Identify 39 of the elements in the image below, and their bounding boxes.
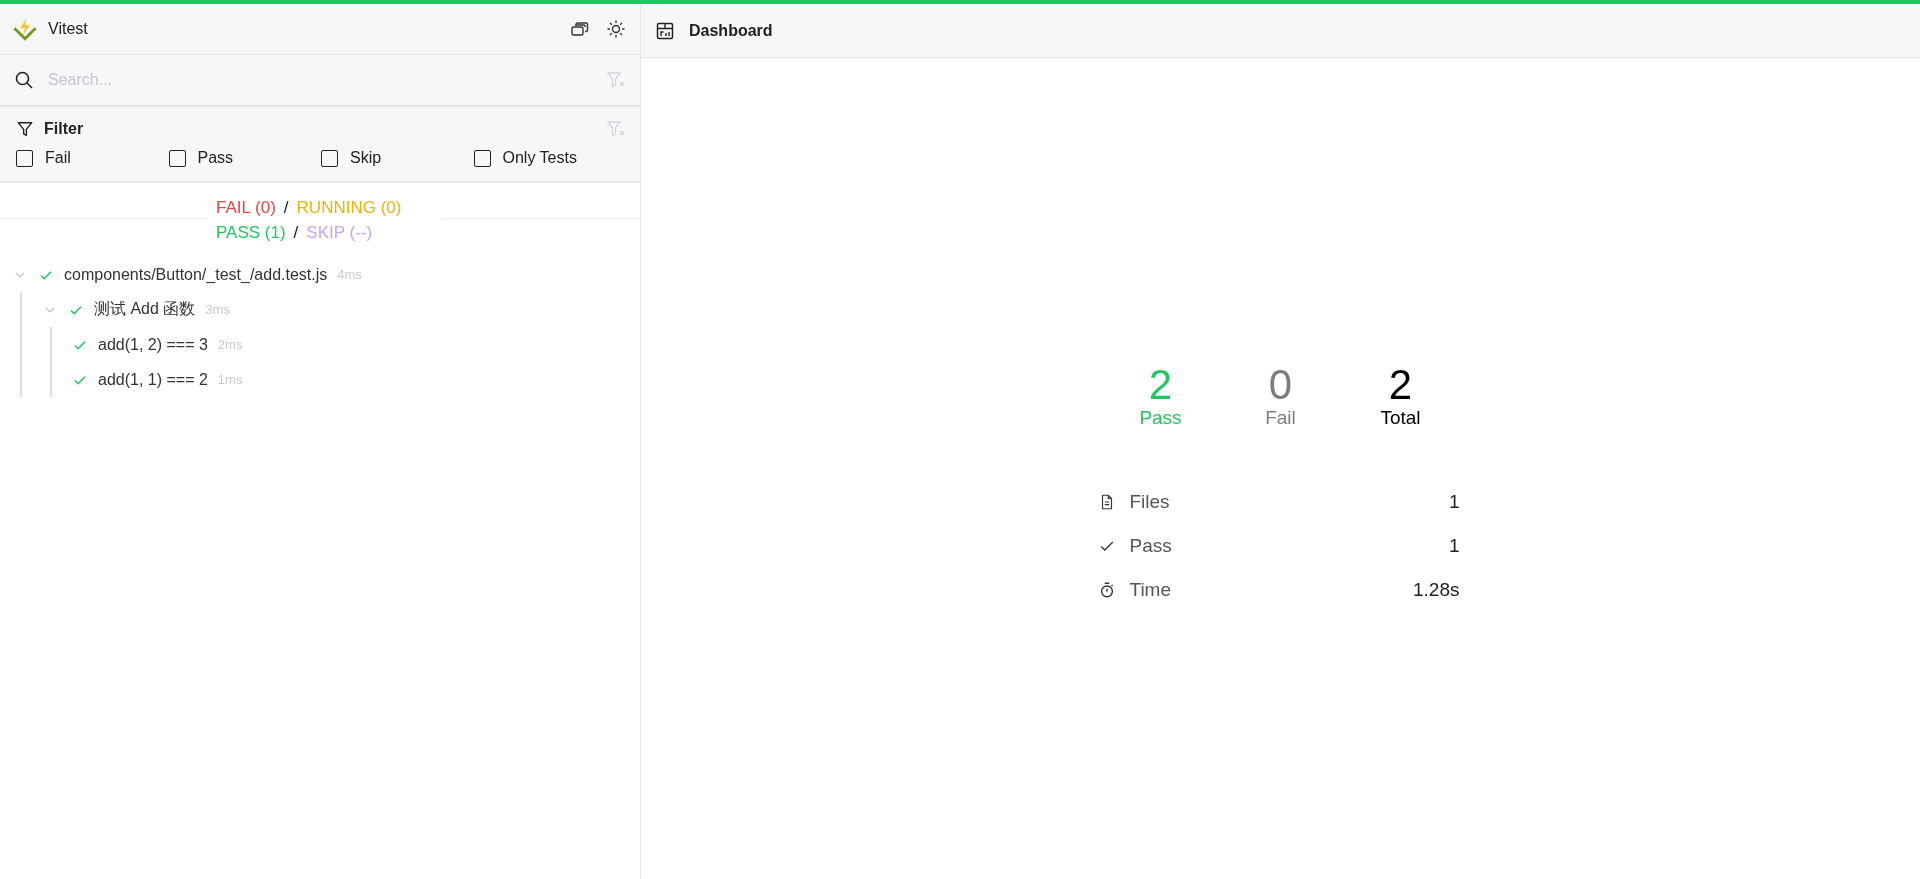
separator-text: / (293, 222, 299, 244)
status-count: PASS (1) (216, 222, 286, 244)
filter-title: Filter (44, 120, 84, 138)
checkbox[interactable] (168, 149, 186, 167)
status-count: RUNNING (0) (296, 197, 402, 219)
count-value: 2 (1148, 363, 1173, 407)
sun-icon[interactable] (606, 19, 626, 39)
checkbox-label[interactable]: Pass (197, 149, 234, 167)
test-name[interactable]: add(1, 1) === 2 (98, 370, 208, 389)
logo-icon (12, 16, 38, 42)
windows-icon[interactable] (570, 19, 590, 39)
stat-label: Files (1129, 491, 1170, 513)
checkbox-label[interactable]: Skip (350, 149, 382, 167)
dashboard-icon (655, 20, 675, 41)
checkbox[interactable] (16, 149, 33, 167)
count-label: Total (1380, 407, 1421, 429)
status-count: SKIP (--) (306, 222, 373, 244)
page-title: Dashboard (689, 21, 773, 40)
funnel-icon (16, 120, 34, 138)
stat-label: Time (1129, 579, 1172, 601)
stat-value: 1.28s (1413, 579, 1460, 601)
stat-value: 1 (1448, 535, 1460, 557)
count-value: 0 (1268, 363, 1293, 407)
test-name[interactable]: add(1, 2) === 3 (98, 335, 208, 354)
stat-value: 1 (1448, 491, 1460, 513)
status-count: FAIL (0) (216, 197, 276, 219)
checkbox-label[interactable]: Fail (45, 149, 71, 167)
count-value: 2 (1388, 363, 1413, 407)
checkbox-label[interactable]: Only Tests (502, 149, 577, 167)
checkbox[interactable] (473, 149, 491, 167)
app-title: Vitest (48, 20, 88, 38)
count-label: Pass (1139, 407, 1182, 429)
separator-text: / (283, 197, 289, 219)
count-label: Fail (1265, 407, 1296, 429)
search-icon (14, 70, 34, 90)
checkbox[interactable] (321, 149, 338, 167)
test-name[interactable]: 测试 Add 函数 (94, 299, 196, 320)
stat-label: Pass (1129, 535, 1172, 557)
test-name[interactable]: components/Button/_test_/add.test.js (64, 265, 328, 284)
